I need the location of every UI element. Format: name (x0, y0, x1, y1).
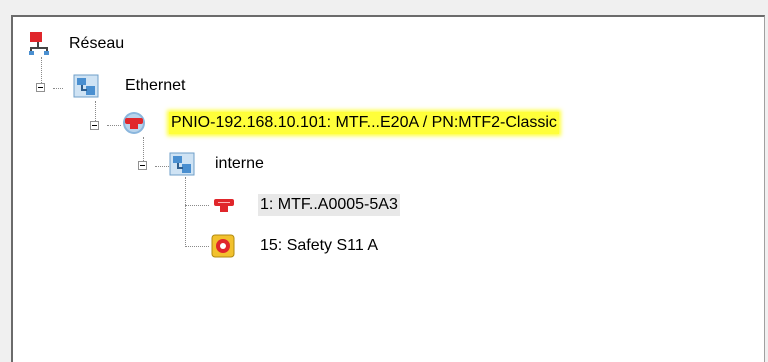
tree-connector (143, 137, 144, 163)
ethernet-network-icon (73, 74, 99, 98)
tree-connector (185, 205, 209, 206)
profinet-device-icon (123, 112, 145, 134)
tree-node-label: 15: Safety S11 A (260, 237, 379, 254)
collapse-toggle[interactable] (90, 121, 99, 130)
tree-node-label: 1: MTF..A0005-5A3 (258, 194, 400, 216)
collapse-toggle[interactable] (138, 161, 147, 170)
internal-network-icon (169, 152, 195, 176)
tree-connector (185, 246, 209, 247)
network-root-icon (29, 32, 49, 55)
tree-node-label: interne (215, 155, 264, 172)
tree-node-label: Réseau (69, 35, 125, 52)
module-device-icon (214, 199, 234, 212)
network-tree-view[interactable]: Réseau Ethernet PNIO-192.168.10.101: MTF… (11, 15, 765, 362)
tree-connector (53, 88, 63, 89)
tree-node-label: PNIO-192.168.10.101: MTF...E20A / PN:MTF… (169, 112, 559, 134)
tree-connector (185, 177, 186, 247)
safety-module-icon (211, 234, 235, 258)
tree-connector (95, 101, 96, 121)
tree-connector (107, 125, 121, 126)
tree-node-label: Ethernet (125, 77, 186, 94)
collapse-toggle[interactable] (36, 83, 45, 92)
